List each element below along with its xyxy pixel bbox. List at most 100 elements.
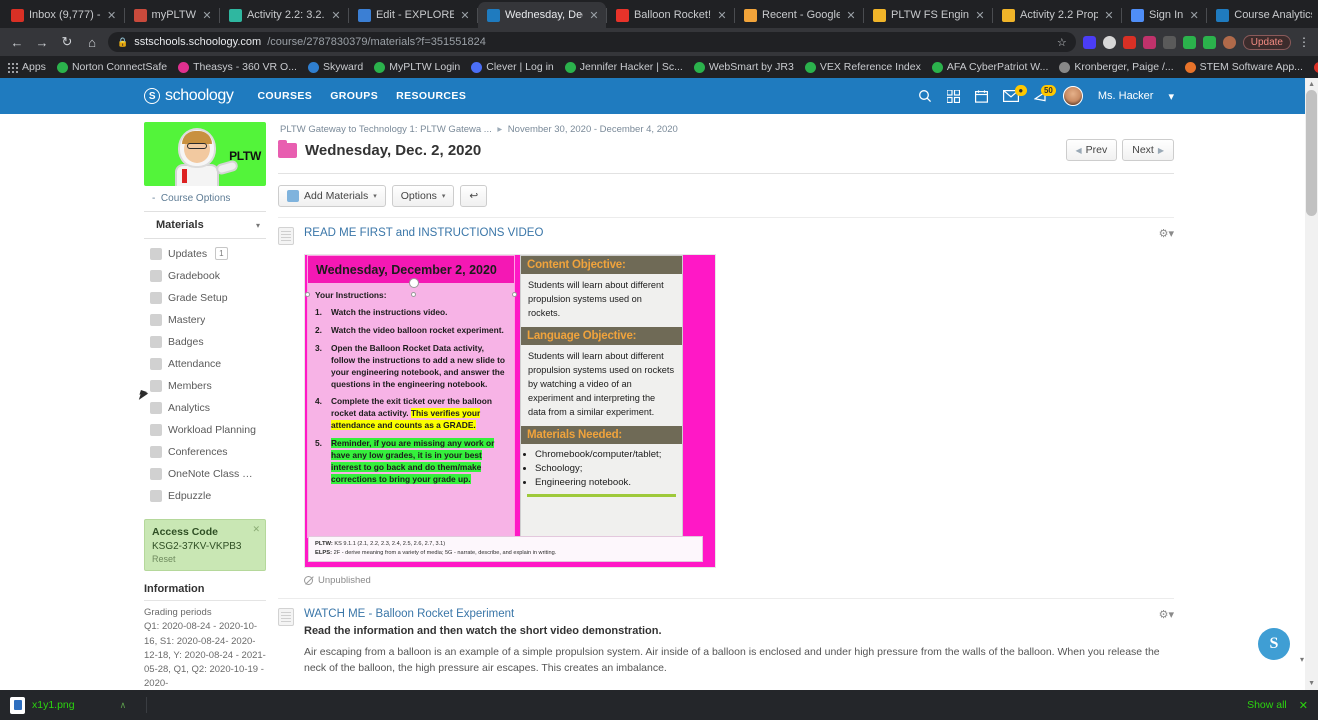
bookmark-item[interactable]: STEM Software App... bbox=[1184, 61, 1303, 73]
user-menu-caret-icon[interactable]: ▾ bbox=[1168, 90, 1174, 103]
bookmark-item[interactable]: Apps bbox=[7, 61, 46, 73]
calendar-icon[interactable] bbox=[974, 89, 988, 103]
bookmark-item[interactable]: VEX Reference Index bbox=[804, 61, 921, 73]
undo-button[interactable]: ↩ bbox=[460, 185, 488, 207]
scroll-up-arrow-icon[interactable]: ▲ bbox=[1308, 81, 1315, 88]
selection-handle-right[interactable] bbox=[512, 292, 517, 297]
address-bar[interactable]: 🔒 sstschools.schoology.com/course/278783… bbox=[108, 32, 1076, 52]
update-button[interactable]: Update bbox=[1242, 34, 1291, 50]
tab-close-icon[interactable]: ✕ bbox=[974, 9, 986, 22]
bookmark-item[interactable]: AFA CyberPatriot W... bbox=[931, 61, 1048, 73]
download-menu-caret-icon[interactable]: ∧ bbox=[120, 700, 127, 711]
bookmark-item[interactable]: Kronberger, Paige /... bbox=[1059, 61, 1174, 73]
sidebar-item-mastery[interactable]: Mastery bbox=[144, 309, 266, 331]
flag-icon[interactable] bbox=[1122, 35, 1136, 49]
selection-handle-bottom[interactable] bbox=[411, 292, 416, 297]
browser-tab[interactable]: Sign In ✕ bbox=[1122, 2, 1206, 28]
home-button[interactable]: ⌂ bbox=[83, 35, 101, 50]
messages-icon[interactable]: ● bbox=[1002, 85, 1027, 102]
nav-item-resources[interactable]: RESOURCES bbox=[396, 90, 466, 102]
user-name[interactable]: Ms. Hacker bbox=[1098, 90, 1154, 102]
browser-tab[interactable]: myPLTW ✕ bbox=[125, 2, 219, 28]
sidebar-item-analytics[interactable]: Analytics bbox=[144, 397, 266, 419]
chrome-menu-icon[interactable]: ⋮ bbox=[1298, 35, 1310, 49]
page-scrollbar[interactable]: ▲ ▼ bbox=[1305, 78, 1318, 690]
sidebar-item-materials[interactable]: Materials ▾ bbox=[144, 212, 266, 239]
sidebar-item-onenote-class-notebo[interactable]: OneNote Class Notebo... bbox=[144, 463, 266, 485]
sidebar-item-edpuzzle[interactable]: Edpuzzle bbox=[144, 485, 266, 507]
sidebar-item-gradebook[interactable]: Gradebook bbox=[144, 265, 266, 287]
next-button[interactable]: Next ▶ bbox=[1122, 139, 1174, 161]
tab-close-icon[interactable]: ✕ bbox=[845, 9, 857, 22]
gear-icon[interactable]: ⚙▾ bbox=[1159, 227, 1174, 240]
nav-item-courses[interactable]: COURSES bbox=[257, 90, 312, 102]
browser-tab[interactable]: Inbox (9,777) - ✕ bbox=[2, 2, 124, 28]
bookmark-item[interactable]: MyPLTW Login bbox=[374, 61, 460, 73]
tab-close-icon[interactable]: ✕ bbox=[716, 9, 728, 22]
options-button[interactable]: Options ▾ bbox=[391, 185, 455, 207]
bookmark-item[interactable]: Clever | Log in bbox=[471, 61, 554, 73]
browser-tab[interactable]: Activity 2.2: 3.2... ✕ bbox=[220, 2, 348, 28]
breadcrumb-course-link[interactable]: PLTW Gateway to Technology 1: PLTW Gatew… bbox=[280, 124, 492, 135]
browser-tab[interactable]: Course Analytics✕ bbox=[1207, 2, 1318, 28]
course-options-toggle[interactable]: - Course Options bbox=[144, 186, 266, 212]
tab-close-icon[interactable]: ✕ bbox=[330, 9, 342, 22]
tab-close-icon[interactable]: ✕ bbox=[1188, 9, 1200, 22]
grid-icon[interactable] bbox=[946, 89, 960, 103]
browser-tab[interactable]: Activity 2.2 Prop ✕ bbox=[993, 2, 1121, 28]
sidebar-item-conferences[interactable]: Conferences bbox=[144, 441, 266, 463]
sidebar-item-members[interactable]: Members bbox=[144, 375, 266, 397]
browser-tab[interactable]: PLTW FS Engine ✕ bbox=[864, 2, 992, 28]
bookmark-item[interactable]: Theasys - 360 VR O... bbox=[178, 61, 297, 73]
close-shelf-button[interactable]: ✕ bbox=[1299, 699, 1308, 712]
nav-item-groups[interactable]: GROUPS bbox=[330, 90, 378, 102]
green-icon[interactable] bbox=[1182, 35, 1196, 49]
support-chat-button[interactable]: S bbox=[1258, 628, 1290, 660]
search-icon[interactable] bbox=[918, 89, 932, 103]
slide-preview-image[interactable]: Wednesday, December 2, 2020 Your Instruc… bbox=[304, 254, 716, 568]
bookmark-item[interactable]: Home - GradeCam bbox=[1313, 61, 1318, 73]
breadcrumb-date-range[interactable]: November 30, 2020 - December 4, 2020 bbox=[508, 124, 678, 135]
bookmark-item[interactable]: WebSmart by JR3 bbox=[693, 61, 794, 73]
reload-button[interactable]: ↻ bbox=[58, 34, 76, 50]
tab-close-icon[interactable]: ✕ bbox=[588, 9, 600, 22]
tab-close-icon[interactable]: ✕ bbox=[1103, 9, 1115, 22]
schoology-logo[interactable]: S schoology bbox=[144, 87, 234, 105]
circle-icon[interactable] bbox=[1102, 35, 1116, 49]
back-button[interactable]: ← bbox=[8, 35, 26, 50]
scrollbar-thumb[interactable] bbox=[1306, 90, 1317, 216]
sidebar-item-attendance[interactable]: Attendance bbox=[144, 353, 266, 375]
browser-tab[interactable]: Edit - EXPLORER ✕ bbox=[349, 2, 477, 28]
access-code-reset-link[interactable]: Reset bbox=[152, 554, 258, 564]
prev-button[interactable]: ◀ Prev bbox=[1065, 139, 1118, 161]
material-title-link[interactable]: READ ME FIRST and INSTRUCTIONS VIDEO bbox=[304, 227, 543, 239]
sidebar-item-updates[interactable]: Updates 1 bbox=[144, 242, 266, 265]
avatar[interactable] bbox=[1062, 86, 1083, 106]
course-profile-image[interactable]: PLTW bbox=[144, 122, 266, 186]
puzzle-icon[interactable] bbox=[1202, 35, 1216, 49]
profile-icon[interactable] bbox=[1222, 35, 1236, 49]
bookmark-star-icon[interactable]: ☆ bbox=[1057, 36, 1067, 49]
tab-close-icon[interactable]: ✕ bbox=[459, 9, 471, 22]
sidebar-item-workload-planning[interactable]: Workload Planning bbox=[144, 419, 266, 441]
browser-tab[interactable]: Balloon Rocket! ✕ bbox=[607, 2, 734, 28]
show-all-downloads-button[interactable]: Show all bbox=[1247, 699, 1287, 711]
bookmark-item[interactable]: Jennifer Hacker | Sc... bbox=[564, 61, 683, 73]
clever-icon[interactable] bbox=[1082, 35, 1096, 49]
browser-tab[interactable]: Wednesday, Dec ✕ bbox=[477, 2, 606, 28]
rotate-handle[interactable] bbox=[409, 278, 419, 288]
tab-close-icon[interactable]: ✕ bbox=[201, 9, 213, 22]
selection-handle-left[interactable] bbox=[305, 292, 310, 297]
eye-icon[interactable] bbox=[1162, 35, 1176, 49]
materials-caret-icon[interactable]: ▾ bbox=[256, 221, 260, 230]
balloon-icon[interactable] bbox=[1142, 35, 1156, 49]
tab-close-icon[interactable]: ✕ bbox=[106, 9, 118, 22]
scroll-down-arrow-icon[interactable]: ▼ bbox=[1308, 680, 1315, 687]
chat-caret-icon[interactable]: ▾ bbox=[1300, 655, 1304, 664]
sidebar-item-badges[interactable]: Badges bbox=[144, 331, 266, 353]
gear-icon[interactable]: ⚙▾ bbox=[1159, 608, 1174, 621]
download-item[interactable]: x1y1.png ∧ bbox=[10, 696, 127, 714]
bookmark-item[interactable]: Norton ConnectSafe bbox=[56, 61, 167, 73]
material-title-link[interactable]: WATCH ME - Balloon Rocket Experiment bbox=[304, 608, 514, 620]
browser-tab[interactable]: Recent - Google ✕ bbox=[735, 2, 863, 28]
